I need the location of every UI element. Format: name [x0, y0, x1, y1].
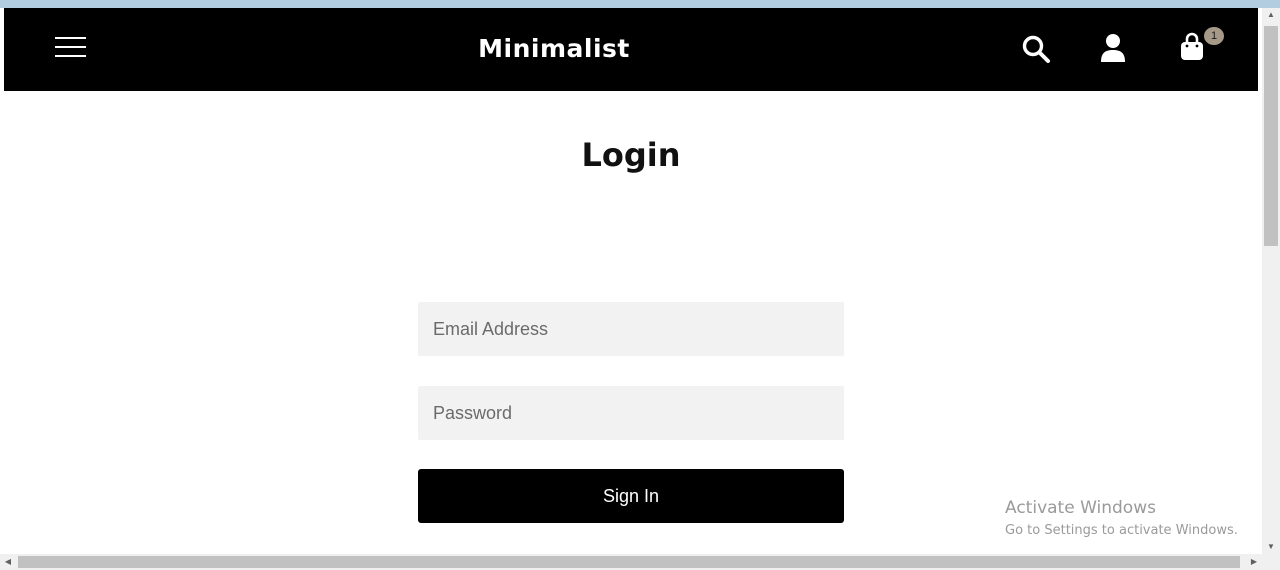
page-title: Login: [581, 136, 681, 174]
watermark-title: Activate Windows: [1005, 498, 1156, 518]
scroll-right-arrow-icon[interactable]: ▶: [1246, 554, 1262, 570]
vertical-scroll-thumb[interactable]: [1264, 26, 1278, 246]
scroll-up-arrow-icon[interactable]: ▲: [1262, 8, 1280, 22]
scroll-left-arrow-icon[interactable]: ◀: [0, 554, 16, 570]
user-icon[interactable]: [1099, 33, 1127, 63]
sign-in-button[interactable]: Sign In: [418, 469, 844, 523]
password-field[interactable]: [418, 386, 844, 440]
windows-activation-watermark: Activate Windows Go to Settings to activ…: [1005, 498, 1238, 538]
page-viewport: Minimalist 1 Login Sign In Activate Wind…: [4, 8, 1258, 554]
horizontal-scrollbar[interactable]: ◀ ▶: [0, 554, 1262, 570]
window-top-strip: [0, 0, 1280, 8]
watermark-subtitle: Go to Settings to activate Windows.: [1005, 523, 1238, 538]
shopping-bag-icon[interactable]: [1178, 32, 1206, 62]
horizontal-scroll-thumb[interactable]: [18, 556, 1240, 568]
search-icon[interactable]: [1021, 34, 1051, 64]
brand-logo[interactable]: Minimalist: [4, 34, 1104, 63]
scrollbar-corner: [1262, 554, 1280, 570]
cart-count-badge: 1: [1204, 27, 1224, 45]
email-field[interactable]: [418, 302, 844, 356]
site-header: Minimalist 1: [4, 8, 1258, 91]
scroll-down-arrow-icon[interactable]: ▼: [1262, 540, 1280, 554]
vertical-scrollbar[interactable]: ▲ ▼: [1262, 8, 1280, 554]
